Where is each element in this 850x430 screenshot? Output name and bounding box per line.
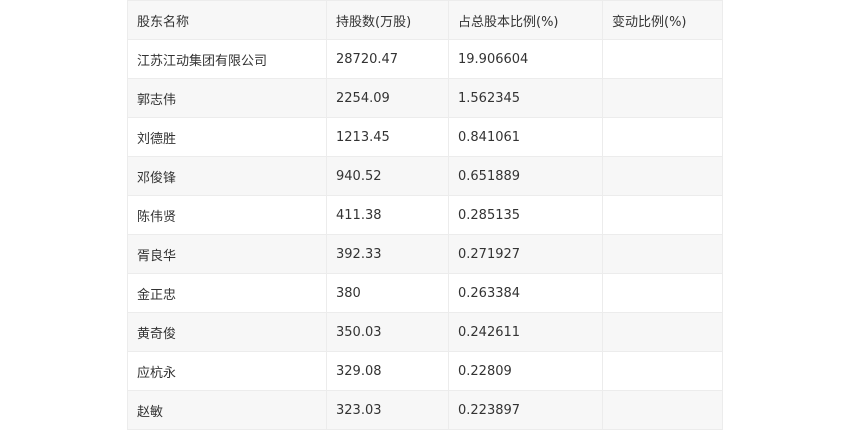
table-row: 黄奇俊 350.03 0.242611 <box>127 312 723 352</box>
cell-shares-held: 2254.09 <box>326 78 449 118</box>
table-row: 江苏江动集团有限公司 28720.47 19.906604 <box>127 39 723 79</box>
header-change-percentage: 变动比例(%) <box>602 0 723 40</box>
table-row: 应杭永 329.08 0.22809 <box>127 351 723 391</box>
cell-shareholder-name: 邓俊锋 <box>127 156 327 196</box>
table-row: 陈伟贤 411.38 0.285135 <box>127 195 723 235</box>
cell-shares-held: 329.08 <box>326 351 449 391</box>
cell-shareholder-name: 应杭永 <box>127 351 327 391</box>
cell-shares-held: 1213.45 <box>326 117 449 157</box>
cell-shareholder-name: 郭志伟 <box>127 78 327 118</box>
cell-change-percentage <box>602 78 723 118</box>
cell-shareholder-name: 陈伟贤 <box>127 195 327 235</box>
table-row: 金正忠 380 0.263384 <box>127 273 723 313</box>
cell-share-percentage: 19.906604 <box>448 39 603 79</box>
cell-change-percentage <box>602 195 723 235</box>
table-header-row: 股东名称 持股数(万股) 占总股本比例(%) 变动比例(%) <box>127 0 723 40</box>
cell-shares-held: 392.33 <box>326 234 449 274</box>
cell-shares-held: 411.38 <box>326 195 449 235</box>
cell-shareholder-name: 黄奇俊 <box>127 312 327 352</box>
cell-share-percentage: 1.562345 <box>448 78 603 118</box>
cell-share-percentage: 0.651889 <box>448 156 603 196</box>
cell-shareholder-name: 赵敏 <box>127 390 327 430</box>
cell-change-percentage <box>602 312 723 352</box>
cell-share-percentage: 0.271927 <box>448 234 603 274</box>
cell-share-percentage: 0.22809 <box>448 351 603 391</box>
header-share-percentage: 占总股本比例(%) <box>448 0 603 40</box>
cell-shares-held: 940.52 <box>326 156 449 196</box>
table-row: 赵敏 323.03 0.223897 <box>127 390 723 430</box>
cell-share-percentage: 0.285135 <box>448 195 603 235</box>
cell-shares-held: 350.03 <box>326 312 449 352</box>
cell-share-percentage: 0.263384 <box>448 273 603 313</box>
cell-change-percentage <box>602 39 723 79</box>
cell-change-percentage <box>602 351 723 391</box>
header-shareholder-name: 股东名称 <box>127 0 327 40</box>
table-body: 江苏江动集团有限公司 28720.47 19.906604 郭志伟 2254.0… <box>127 39 723 430</box>
cell-change-percentage <box>602 273 723 313</box>
shareholder-table: 股东名称 持股数(万股) 占总股本比例(%) 变动比例(%) 江苏江动集团有限公… <box>127 0 723 430</box>
cell-share-percentage: 0.841061 <box>448 117 603 157</box>
cell-change-percentage <box>602 156 723 196</box>
table-row: 刘德胜 1213.45 0.841061 <box>127 117 723 157</box>
table-row: 郭志伟 2254.09 1.562345 <box>127 78 723 118</box>
cell-shares-held: 323.03 <box>326 390 449 430</box>
table-row: 胥良华 392.33 0.271927 <box>127 234 723 274</box>
cell-shareholder-name: 胥良华 <box>127 234 327 274</box>
header-shares-held: 持股数(万股) <box>326 0 449 40</box>
cell-share-percentage: 0.242611 <box>448 312 603 352</box>
cell-change-percentage <box>602 117 723 157</box>
cell-shareholder-name: 江苏江动集团有限公司 <box>127 39 327 79</box>
cell-share-percentage: 0.223897 <box>448 390 603 430</box>
cell-shares-held: 28720.47 <box>326 39 449 79</box>
cell-shareholder-name: 金正忠 <box>127 273 327 313</box>
cell-shareholder-name: 刘德胜 <box>127 117 327 157</box>
cell-shares-held: 380 <box>326 273 449 313</box>
table-row: 邓俊锋 940.52 0.651889 <box>127 156 723 196</box>
cell-change-percentage <box>602 234 723 274</box>
cell-change-percentage <box>602 390 723 430</box>
